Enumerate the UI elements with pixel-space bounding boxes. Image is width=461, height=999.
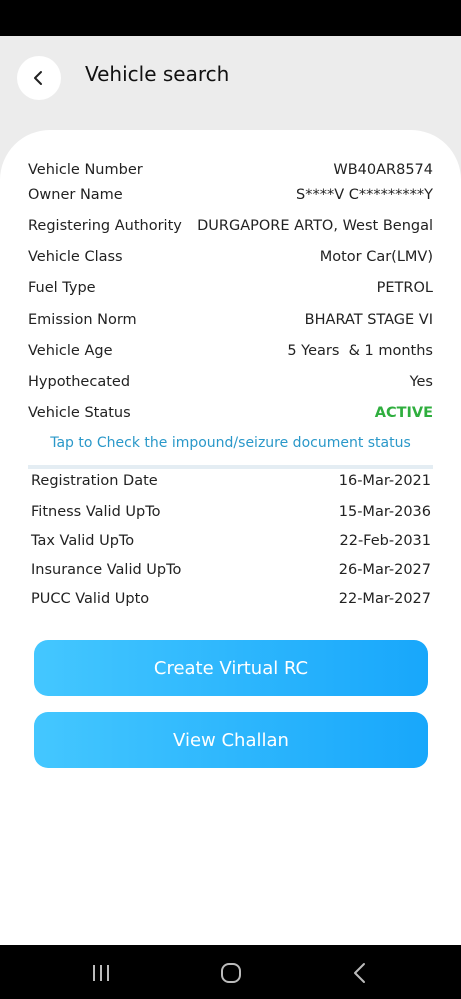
status-bar [0,0,461,36]
detail-row-registering-authority: Registering Authority DURGAPORE ARTO, We… [28,214,433,238]
validity-value: 22-Feb-2031 [339,533,432,549]
detail-row-fuel-type: Fuel Type PETROL [28,276,433,300]
validity-row-registration-date: Registration Date 16-Mar-2021 [31,469,431,493]
header: Vehicle search [0,36,461,136]
detail-row-vehicle-status: Vehicle Status ACTIVE [28,401,433,425]
detail-row-owner-name: Owner Name S****V C*********Y [28,183,433,207]
validity-value: 26-Mar-2027 [338,562,431,578]
detail-label: Owner Name [28,187,123,203]
detail-row-vehicle-age: Vehicle Age 5 Years & 1 months [28,339,433,363]
detail-label: Hypothecated [28,374,131,390]
detail-value: DURGAPORE ARTO, West Bengal [197,218,433,234]
validity-value: 15-Mar-2036 [338,504,431,520]
detail-row-hypothecated: Hypothecated Yes [28,370,433,394]
status-badge: ACTIVE [374,405,433,421]
detail-value: 5 Years & 1 months [287,343,433,359]
detail-label: Vehicle Age [28,343,113,359]
validity-label: Registration Date [31,473,158,489]
validity-label: Tax Valid UpTo [31,533,135,549]
page-title: Vehicle search [85,62,230,86]
validity-label: Fitness Valid UpTo [31,504,161,520]
validity-value: 22-Mar-2027 [338,591,431,607]
detail-value: Yes [409,374,433,390]
back-icon[interactable] [350,961,370,985]
chevron-left-icon [34,71,42,85]
validity-label: PUCC Valid Upto [31,591,150,607]
validity-label: Insurance Valid UpTo [31,562,182,578]
detail-label: Emission Norm [28,312,137,328]
validity-row-fitness: Fitness Valid UpTo 15-Mar-2036 [31,500,431,524]
recents-icon[interactable] [90,963,112,983]
detail-label: Vehicle Number [28,162,143,178]
validity-value: 16-Mar-2021 [338,473,431,489]
validity-row-insurance: Insurance Valid UpTo 26-Mar-2027 [31,558,431,582]
home-icon[interactable] [219,961,243,985]
detail-value: BHARAT STAGE VI [304,312,433,328]
detail-label: Vehicle Class [28,249,123,265]
validity-row-tax: Tax Valid UpTo 22-Feb-2031 [31,529,431,553]
create-virtual-rc-button[interactable]: Create Virtual RC [34,640,428,696]
detail-value: WB40AR8574 [333,162,433,178]
detail-row-emission-norm: Emission Norm BHARAT STAGE VI [28,308,433,332]
detail-value: PETROL [376,280,433,296]
detail-row-vehicle-number: Vehicle Number WB40AR8574 [28,158,433,182]
detail-label: Fuel Type [28,280,96,296]
validity-row-pucc: PUCC Valid Upto 22-Mar-2027 [31,587,431,611]
detail-row-vehicle-class: Vehicle Class Motor Car(LMV) [28,245,433,269]
view-challan-button[interactable]: View Challan [34,712,428,768]
detail-label: Vehicle Status [28,405,131,421]
system-nav-bar [0,945,461,999]
impound-status-link[interactable]: Tap to Check the impound/seizure documen… [28,435,433,451]
vehicle-details-card: Vehicle Number WB40AR8574 Owner Name S**… [0,130,461,945]
detail-value: S****V C*********Y [296,187,433,203]
detail-label: Registering Authority [28,218,182,234]
back-button[interactable] [17,56,61,100]
detail-value: Motor Car(LMV) [319,249,433,265]
